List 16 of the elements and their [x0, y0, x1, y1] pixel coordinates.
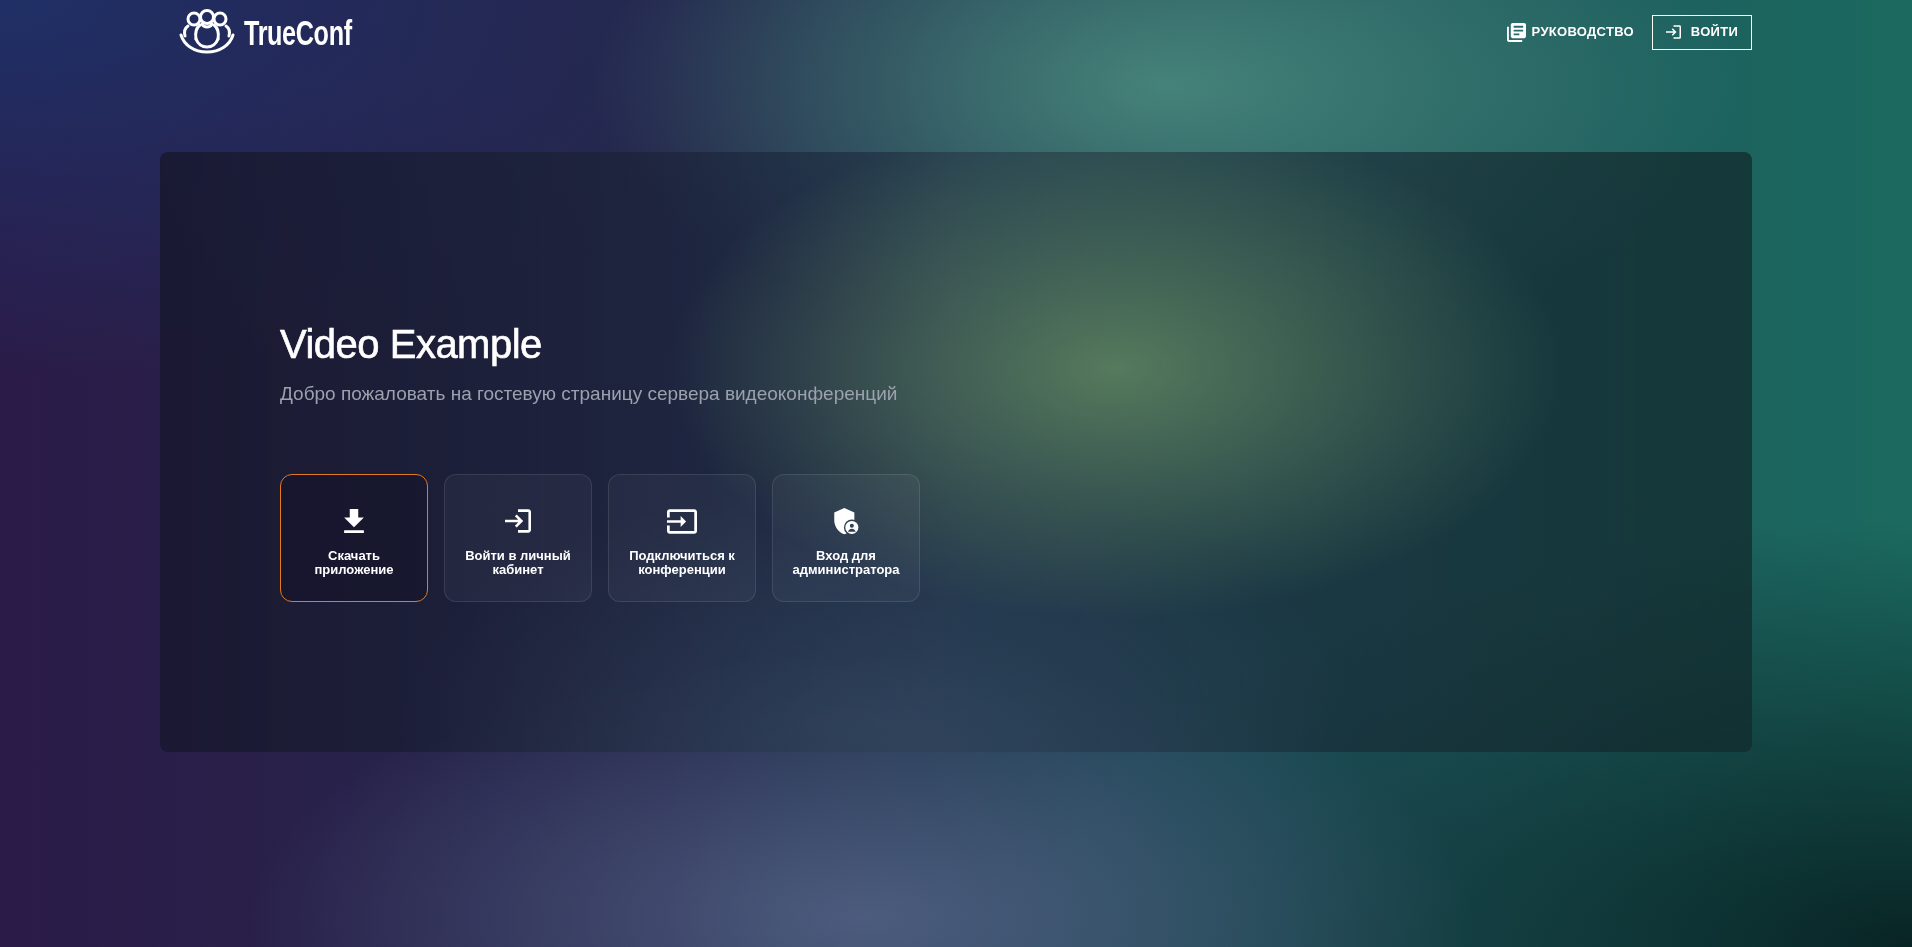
logo-text: TrueConf: [244, 14, 352, 50]
input-arrow-icon: [667, 508, 697, 534]
shield-person-icon: [833, 507, 859, 535]
document-stack-icon: [1506, 22, 1526, 42]
action-card[interactable]: Войти в личный кабинет: [444, 474, 592, 602]
guide-link[interactable]: РУКОВОДСТВО: [1506, 22, 1634, 42]
action-card[interactable]: Скачать приложение: [280, 474, 428, 602]
download-icon: [344, 509, 364, 533]
login-button[interactable]: ВОЙТИ: [1652, 14, 1752, 50]
page-subtitle: Добро пожаловать на гостевую страницу сервера видеоконференций: [280, 382, 898, 406]
people-group-icon: [178, 9, 236, 55]
login-arrow-icon: [1665, 25, 1681, 39]
page-title: Video Example: [280, 321, 542, 368]
action-card[interactable]: Подключиться к конференции: [608, 474, 756, 602]
action-card[interactable]: Вход для администратора: [772, 474, 920, 602]
login-arrow-icon: [505, 509, 531, 533]
